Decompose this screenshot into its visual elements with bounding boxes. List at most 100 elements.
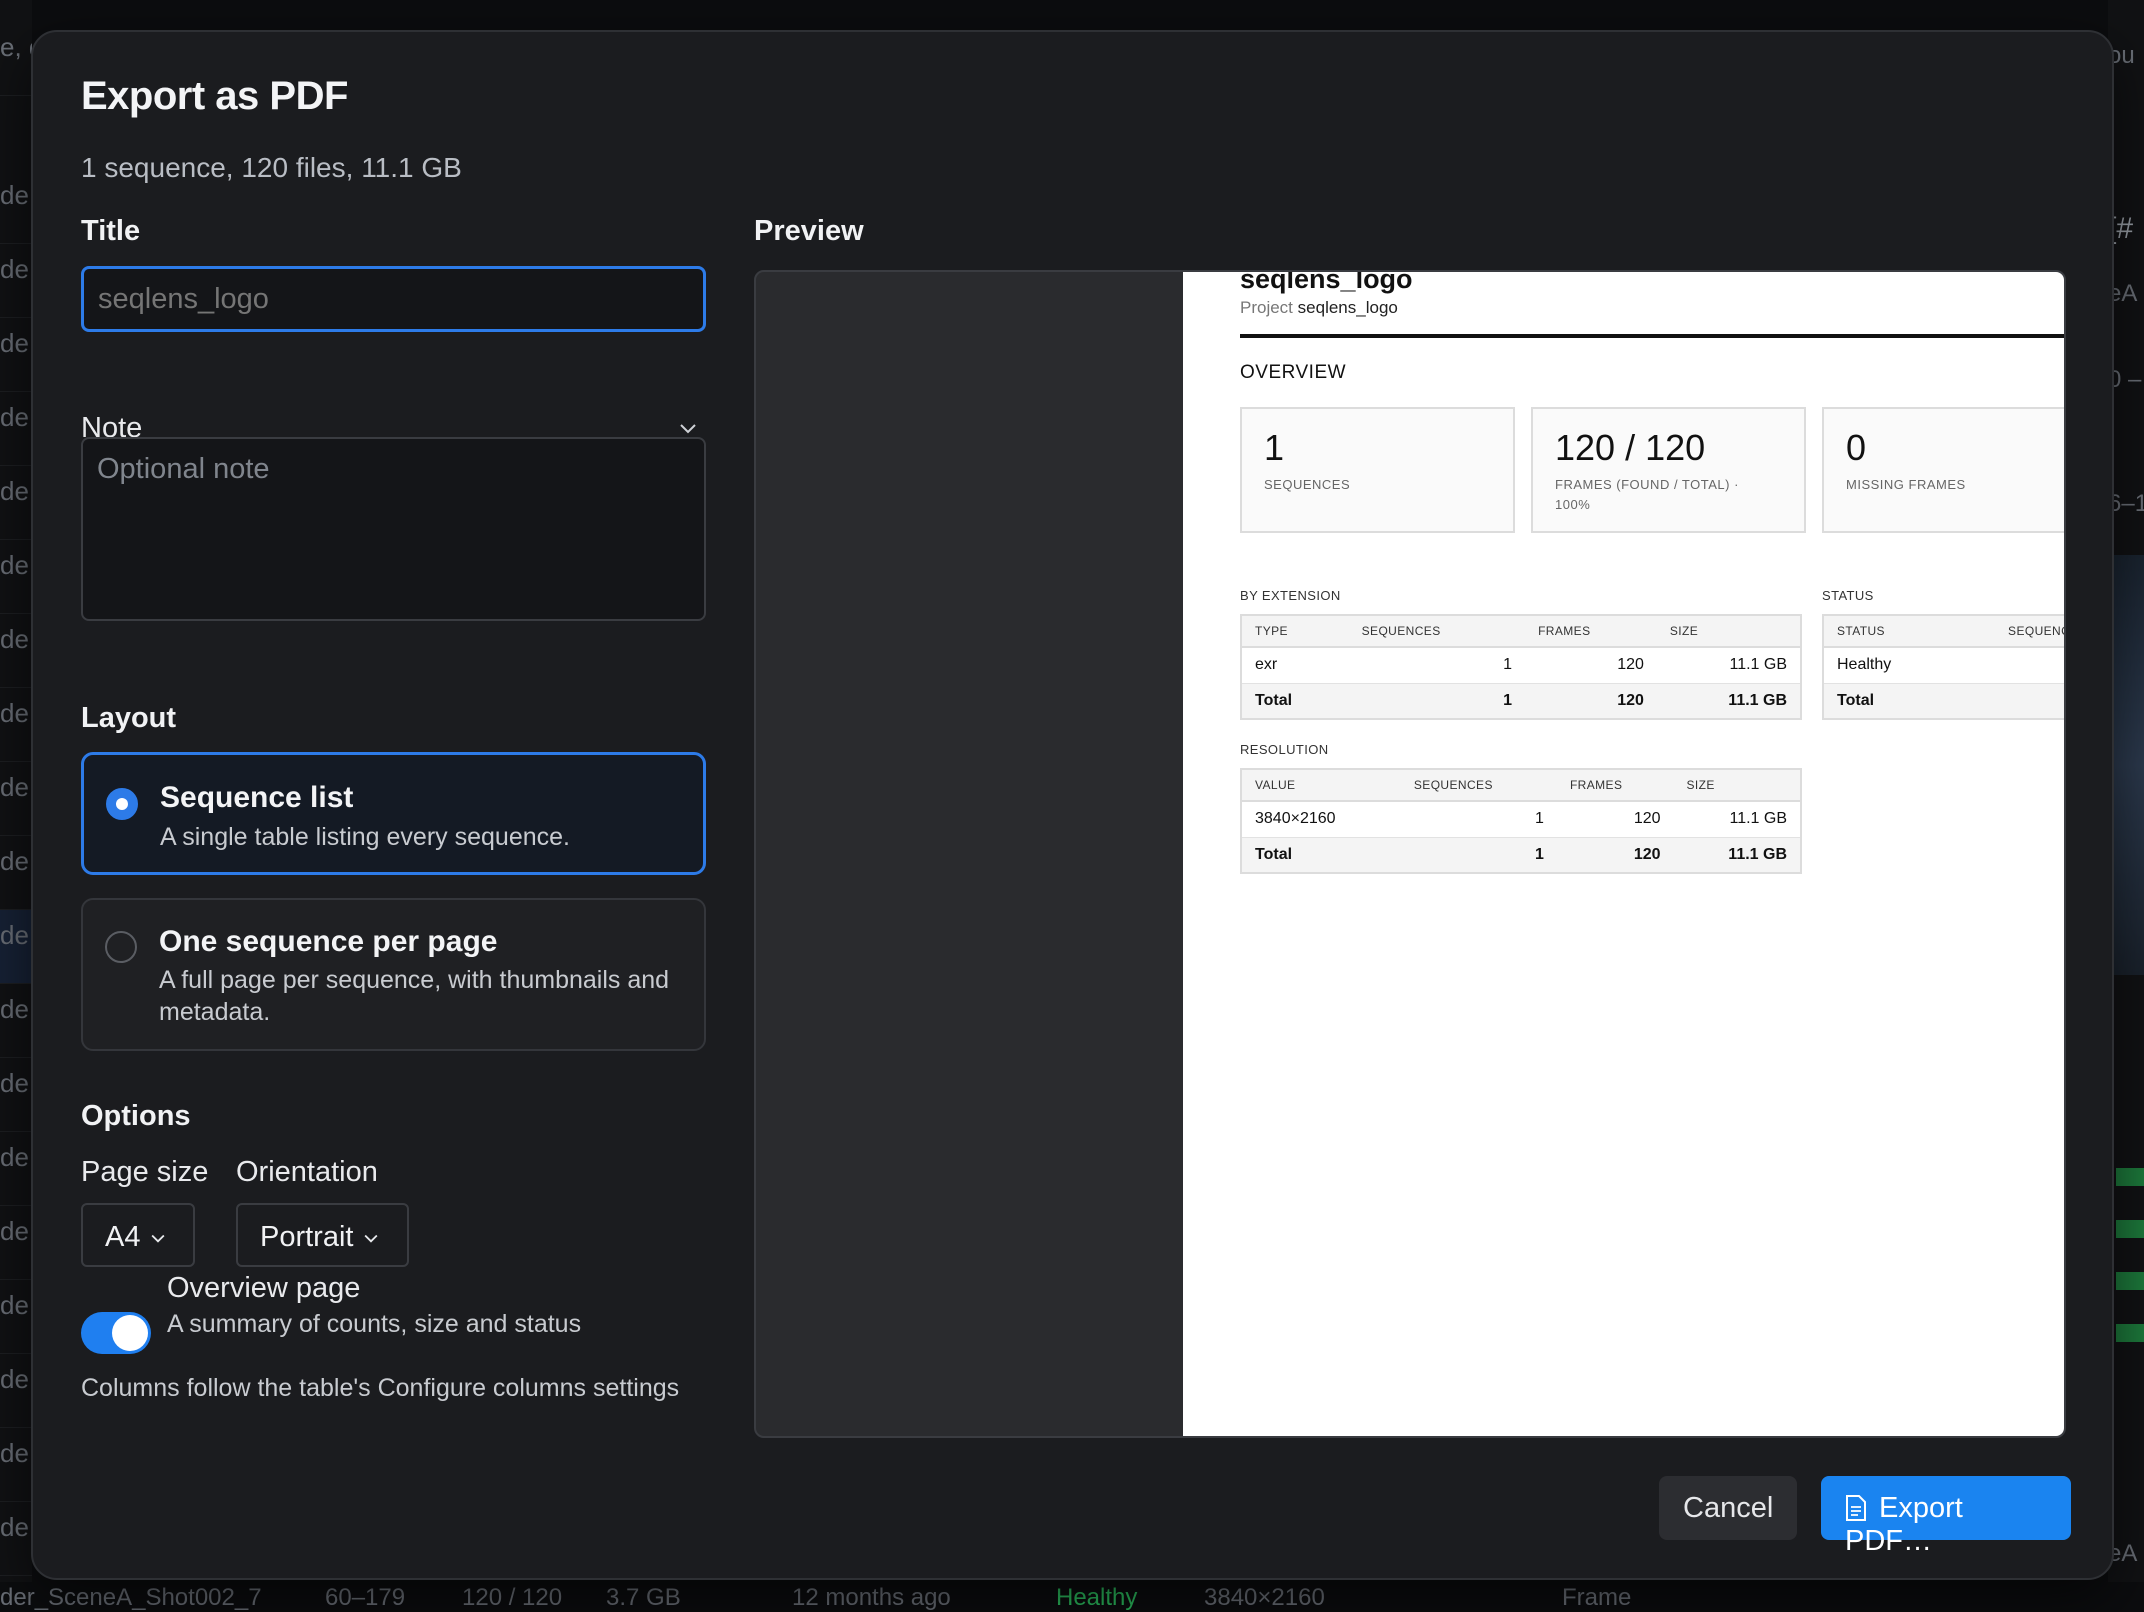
overview-card-sequences: 1 SEQUENCES: [1240, 407, 1515, 533]
page-size-value: A4: [105, 1221, 141, 1253]
bg-size: 3.7 GB: [606, 1584, 681, 1611]
layout-option-desc: A full page per sequence, with thumbnail…: [159, 966, 670, 1026]
cell: 120: [1556, 801, 1674, 838]
resolution-table: VALUE SEQUENCES FRAMES SIZE 3840×2160 1 …: [1240, 768, 1802, 874]
export-pdf-dialog: Export as PDF 1 sequence, 120 files, 11.…: [31, 30, 2114, 1580]
cell: 3840×2160: [1241, 801, 1401, 838]
cell: 120: [1525, 647, 1657, 684]
bg-row: de: [0, 1206, 32, 1280]
orientation-label: Orientation: [236, 1156, 378, 1188]
overview-page-desc: A summary of counts, size and status: [167, 1310, 582, 1338]
table-total-row: Total 1 120 11.1 GB: [1241, 837, 1801, 874]
cell: 11.1 GB: [1673, 801, 1801, 838]
orientation-value: Portrait: [260, 1221, 354, 1253]
bg-seq-name: der_SceneA_Shot002_7: [0, 1584, 262, 1611]
col-header: SEQUENCES: [1348, 615, 1526, 648]
preview-page-title: seqlens_logo: [1240, 272, 1413, 294]
cell: 1: [1400, 801, 1557, 838]
card-value: 0: [1846, 427, 1867, 468]
col-header: SEQUENCES: [1400, 769, 1557, 802]
col-header: SEQUENCES: [1943, 615, 2064, 648]
radio-selected-icon[interactable]: [106, 788, 138, 820]
overview-page-label: Overview page: [167, 1272, 361, 1304]
columns-note: Columns follow the table's Configure col…: [81, 1374, 680, 1402]
status-heading: STATUS: [1822, 588, 1874, 603]
chevron-down-icon: [152, 1235, 165, 1243]
layout-option-desc: A single table listing every sequence.: [160, 823, 570, 851]
table-total-row: Total 1 120 11.1 GB: [1241, 683, 1801, 720]
bg-row: de: [0, 984, 32, 1058]
export-pdf-button[interactable]: Export PDF…: [1821, 1476, 2071, 1557]
by-extension-table: TYPE SEQUENCES FRAMES SIZE exr 1 120 11.…: [1240, 614, 1802, 720]
project-value: seqlens_logo: [1297, 298, 1398, 317]
bg-status-bar: [2116, 1272, 2144, 1290]
bg-row: de: [0, 836, 32, 910]
col-header: VALUE: [1241, 769, 1401, 802]
bg-row: de: [0, 762, 32, 836]
cell: 1: [1348, 647, 1526, 684]
background-table-left: e, d de de de de de de de de de de de de…: [0, 0, 32, 1612]
bg-row: e, d: [0, 22, 32, 96]
cancel-button[interactable]: Cancel: [1659, 1476, 1797, 1540]
col-header: STATUS: [1823, 615, 1944, 648]
col-header: TYPE: [1241, 615, 1349, 648]
bg-row: de: [0, 1428, 32, 1502]
bg-resolution: 3840×2160: [1204, 1584, 1325, 1611]
cell: Total: [1241, 683, 1349, 720]
layout-option-title: Sequence list: [160, 781, 354, 814]
page-size-select[interactable]: A4: [81, 1203, 195, 1267]
page-size-label: Page size: [81, 1156, 209, 1188]
bg-row: de: [0, 688, 32, 762]
layout-option-title: One sequence per page: [159, 925, 498, 958]
table-row: 3840×2160 1 120 11.1 GB: [1241, 801, 1801, 838]
bg-status-bar: [2116, 1324, 2144, 1342]
preview-page: seqlens_logo Project seqlens_logo OVERVI…: [1183, 272, 2064, 1436]
overview-page-toggle[interactable]: [81, 1312, 151, 1354]
radio-unselected-icon[interactable]: [105, 931, 137, 963]
card-label: FRAMES (FOUND / TOTAL) · 100%: [1555, 477, 1739, 512]
card-label: SEQUENCES: [1264, 477, 1351, 492]
cell: Total: [1823, 683, 1944, 720]
resolution-heading: RESOLUTION: [1240, 742, 1329, 757]
document-icon: [1846, 1495, 1866, 1521]
orientation-select[interactable]: Portrait: [236, 1203, 409, 1267]
cell: 11.1 GB: [1673, 837, 1801, 874]
background-bottom-row: der_SceneA_Shot002_7 60–179 120 / 120 3.…: [0, 1582, 2144, 1612]
layout-option-one-per-page[interactable]: One sequence per page A full page per se…: [81, 898, 706, 1051]
bg-row: de: [0, 614, 32, 688]
col-header: FRAMES: [1556, 769, 1674, 802]
col-header: FRAMES: [1525, 615, 1657, 648]
by-extension-heading: BY EXTENSION: [1240, 588, 1341, 603]
card-label: MISSING FRAMES: [1846, 477, 1966, 492]
dialog-title: Export as PDF: [81, 74, 348, 118]
layout-option-sequence-list[interactable]: Sequence list A single table listing eve…: [81, 752, 706, 875]
chevron-down-icon: [365, 1235, 378, 1243]
preview-project: Project seqlens_logo: [1240, 298, 1398, 318]
title-input[interactable]: [81, 266, 706, 332]
cell: [1943, 647, 2064, 684]
cell: Healthy: [1823, 647, 1944, 684]
layout-label: Layout: [81, 702, 177, 734]
status-table: STATUS SEQUENCES Healthy Total: [1822, 614, 2064, 720]
col-header: SIZE: [1656, 615, 1801, 648]
preview-label: Preview: [754, 215, 864, 247]
cell: exr: [1241, 647, 1349, 684]
bg-row-selected: de: [0, 910, 32, 984]
cell: 120: [1525, 683, 1657, 720]
bg-row: de: [0, 1280, 32, 1354]
overview-card-frames: 120 / 120 FRAMES (FOUND / TOTAL) · 100%: [1531, 407, 1806, 533]
bg-row: de: [0, 392, 32, 466]
bg-row: de: [0, 244, 32, 318]
cell: Total: [1241, 837, 1401, 874]
bg-row: de: [0, 1058, 32, 1132]
cell: 1: [1348, 683, 1526, 720]
cell: 1: [1400, 837, 1557, 874]
card-value: 1: [1264, 427, 1285, 468]
overview-card-missing: 0 MISSING FRAMES: [1822, 407, 2064, 533]
cell: 11.1 GB: [1656, 647, 1801, 684]
note-textarea[interactable]: Optional note: [81, 437, 706, 621]
cell: 120: [1556, 837, 1674, 874]
cell: [1943, 683, 2064, 720]
cell: 11.1 GB: [1656, 683, 1801, 720]
pdf-preview[interactable]: seqlens_logo Project seqlens_logo OVERVI…: [754, 270, 2066, 1438]
